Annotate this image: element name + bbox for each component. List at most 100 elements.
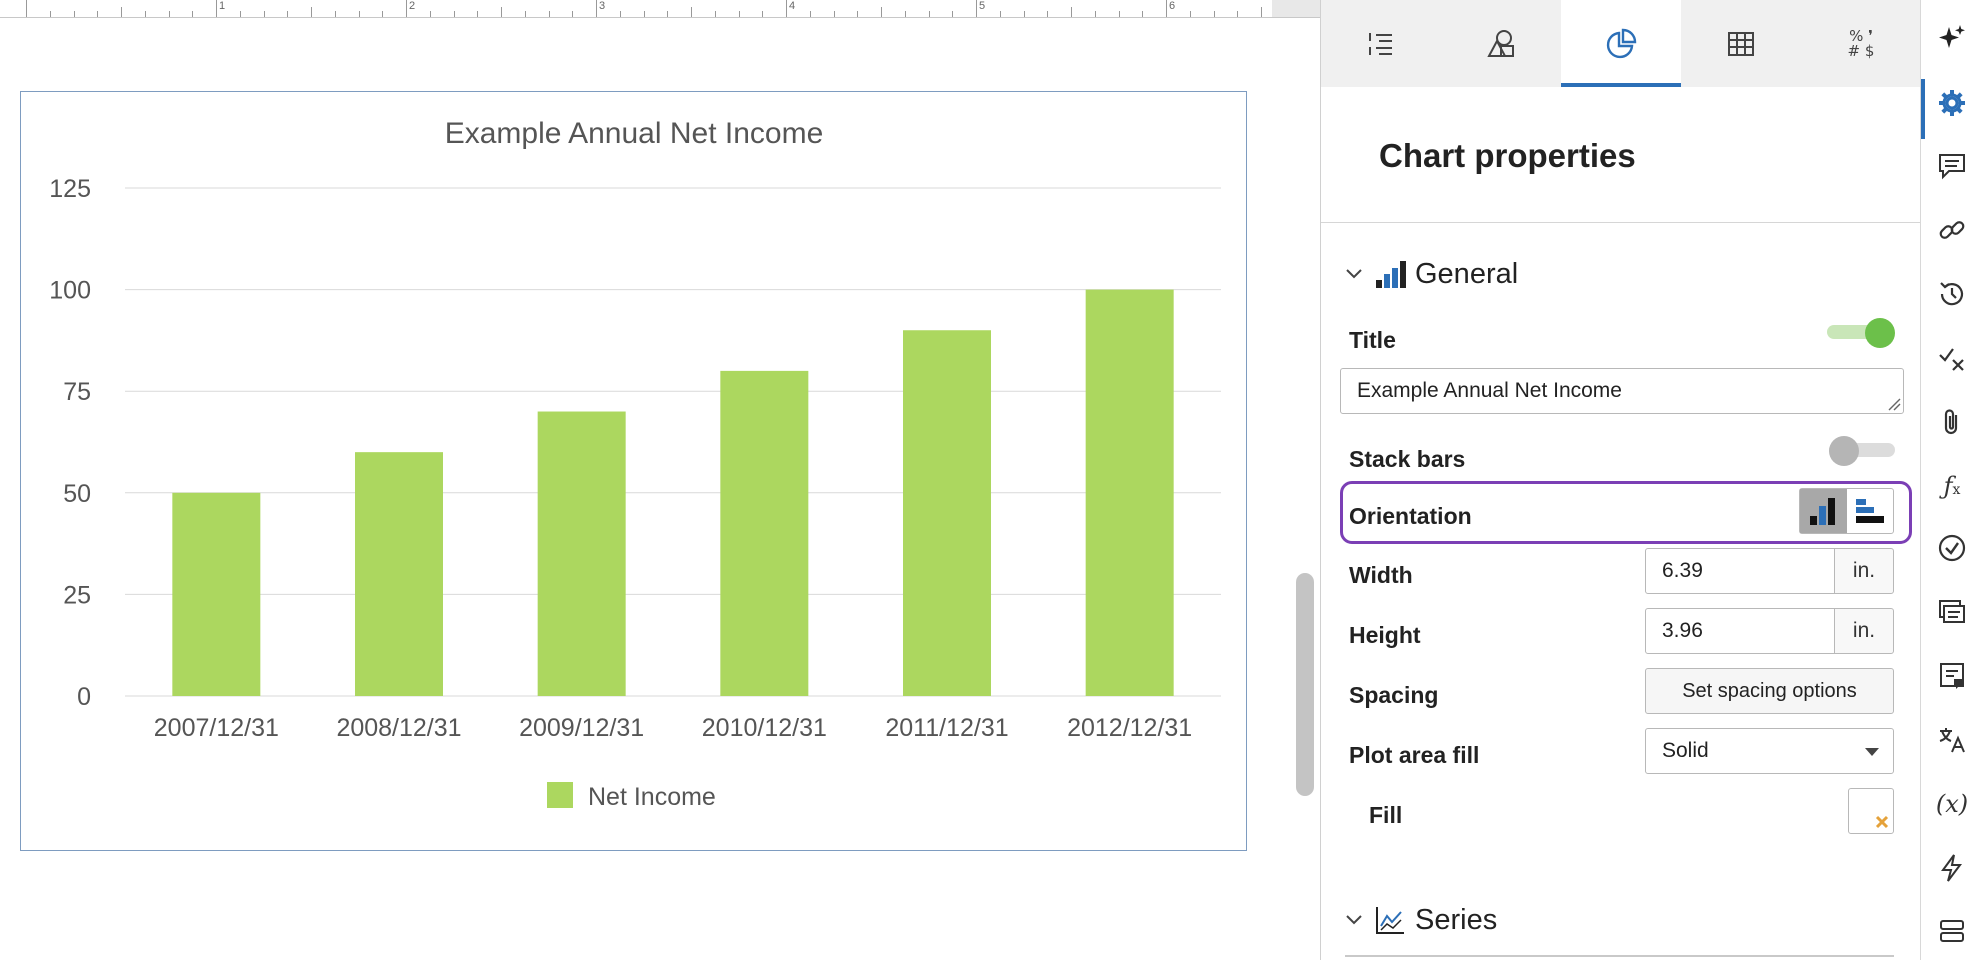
- ruler-number: 4: [789, 0, 796, 12]
- history-icon: [1940, 282, 1964, 306]
- y-tick-label: 25: [63, 581, 91, 609]
- stack-bars-toggle[interactable]: [1829, 436, 1895, 466]
- ruler-tick: [881, 7, 882, 17]
- ruler-tick: [619, 11, 621, 17]
- height-unit: in.: [1834, 608, 1894, 654]
- set-spacing-options-button[interactable]: Set spacing options: [1645, 668, 1894, 714]
- bar: [903, 330, 991, 696]
- y-tick-label: 50: [63, 480, 91, 508]
- tab-chart[interactable]: [1561, 0, 1681, 87]
- x-tick-label: 2010/12/31: [702, 714, 827, 742]
- series-section-label: Series: [1415, 903, 1498, 936]
- fill-color-swatch[interactable]: [1848, 788, 1894, 834]
- tab-table[interactable]: [1681, 0, 1801, 87]
- divider: [1321, 222, 1921, 223]
- bar: [172, 492, 261, 696]
- no-fill-x-icon: [1875, 815, 1889, 829]
- ruler-tick: [1166, 0, 1167, 17]
- plot-area-fill-select[interactable]: Solid: [1645, 728, 1894, 774]
- horizontal-orientation-button[interactable]: [1847, 489, 1894, 533]
- ruler-tick: [999, 11, 1001, 17]
- general-section-header[interactable]: General: [1345, 254, 1518, 294]
- comments-button[interactable]: [1921, 138, 1982, 194]
- number-format-icon: % ❜ # $: [1847, 26, 1875, 60]
- ruler-number: 3: [599, 0, 606, 12]
- history-button[interactable]: [1921, 266, 1982, 322]
- width-label: Width: [1349, 562, 1413, 588]
- document-scrollbar[interactable]: [1296, 573, 1314, 796]
- ruler-number: 2: [409, 0, 416, 12]
- width-input[interactable]: [1645, 548, 1835, 594]
- layout-button[interactable]: [1921, 904, 1982, 960]
- tab-shapes[interactable]: [1441, 0, 1561, 87]
- ruler-tick: [168, 11, 170, 17]
- paperclip-icon: [1944, 409, 1958, 435]
- ruler-tick: [952, 11, 954, 17]
- ruler-tick: [667, 11, 669, 17]
- orientation-toggle-group: [1799, 488, 1894, 534]
- general-section-label: General: [1415, 257, 1519, 290]
- ruler-tick: [192, 11, 194, 17]
- links-button[interactable]: [1921, 202, 1982, 258]
- title-input[interactable]: [1340, 368, 1904, 414]
- attachments-button[interactable]: [1921, 394, 1982, 450]
- ruler-tick: [49, 11, 51, 17]
- ruler-number: 5: [979, 0, 986, 12]
- translate-button[interactable]: [1921, 712, 1982, 768]
- bar: [355, 452, 443, 696]
- ruler-tick: [904, 11, 906, 17]
- ruler-tick: [1142, 11, 1144, 17]
- title-label: Title: [1349, 327, 1396, 353]
- chevron-down-icon: [1345, 910, 1373, 931]
- ruler-tick: [809, 11, 811, 17]
- height-label: Height: [1349, 622, 1421, 648]
- ruler-tick: [833, 11, 835, 17]
- notes-button[interactable]: [1921, 584, 1982, 640]
- ruler-tick: [1261, 7, 1262, 17]
- fill-label: Fill: [1369, 802, 1403, 828]
- accept-reject-button[interactable]: [1921, 330, 1982, 386]
- ruler-tick: [287, 11, 289, 17]
- comment-icon: [1939, 154, 1965, 180]
- vertical-orientation-button[interactable]: [1800, 489, 1847, 533]
- automation-button[interactable]: [1921, 840, 1982, 896]
- ruler-tick: [1213, 11, 1215, 17]
- y-tick-label: 0: [77, 683, 91, 711]
- variables-button[interactable]: (x): [1921, 776, 1982, 832]
- series-section-header[interactable]: Series: [1345, 900, 1497, 940]
- tab-list-format[interactable]: [1321, 0, 1441, 87]
- tab-number-format[interactable]: % ❜ # $: [1801, 0, 1921, 87]
- ruler-tick: [121, 7, 122, 17]
- ruler-tick: [334, 11, 336, 17]
- ai-assistant-button[interactable]: [1921, 10, 1982, 66]
- ruler-tick: [477, 11, 479, 17]
- feedback-button[interactable]: [1921, 648, 1982, 704]
- list-format-icon: [1369, 32, 1392, 55]
- document-area: 1 2 3 4 5 6 Example Annual Net Income 0 25 50 75 1…: [0, 0, 1320, 960]
- y-tick-label: 125: [49, 175, 91, 203]
- sparkle-icon: [1939, 25, 1965, 48]
- ruler-tick: [786, 0, 787, 17]
- width-unit: in.: [1834, 548, 1894, 594]
- ruler-tick: [97, 11, 99, 17]
- ruler-tick: [524, 11, 526, 17]
- settings-button[interactable]: [1921, 75, 1982, 139]
- plot-area-fill-label: Plot area fill: [1349, 742, 1480, 768]
- formula-button[interactable]: ƒx: [1921, 458, 1982, 514]
- legend-swatch: [547, 782, 573, 808]
- ruler-tick: [1237, 11, 1239, 17]
- ruler-tick: [1118, 11, 1120, 17]
- horizontal-ruler[interactable]: 1 2 3 4 5 6: [0, 0, 1320, 18]
- chart-frame[interactable]: Example Annual Net Income 0 25 50 75 100 125 20…: [20, 91, 1247, 851]
- horizontal-bars-icon: [1855, 499, 1884, 523]
- stack-bars-label: Stack bars: [1349, 446, 1466, 472]
- check-x-icon: [1939, 348, 1964, 371]
- x-tick-label: 2012/12/31: [1067, 714, 1192, 742]
- review-button[interactable]: [1921, 520, 1982, 576]
- height-input[interactable]: [1645, 608, 1835, 654]
- caret-down-icon: [1865, 748, 1879, 756]
- resize-grip-icon[interactable]: [1886, 396, 1901, 411]
- ruler-tick: [26, 0, 27, 17]
- panel-title: Chart properties: [1379, 137, 1636, 174]
- title-toggle[interactable]: [1827, 318, 1895, 348]
